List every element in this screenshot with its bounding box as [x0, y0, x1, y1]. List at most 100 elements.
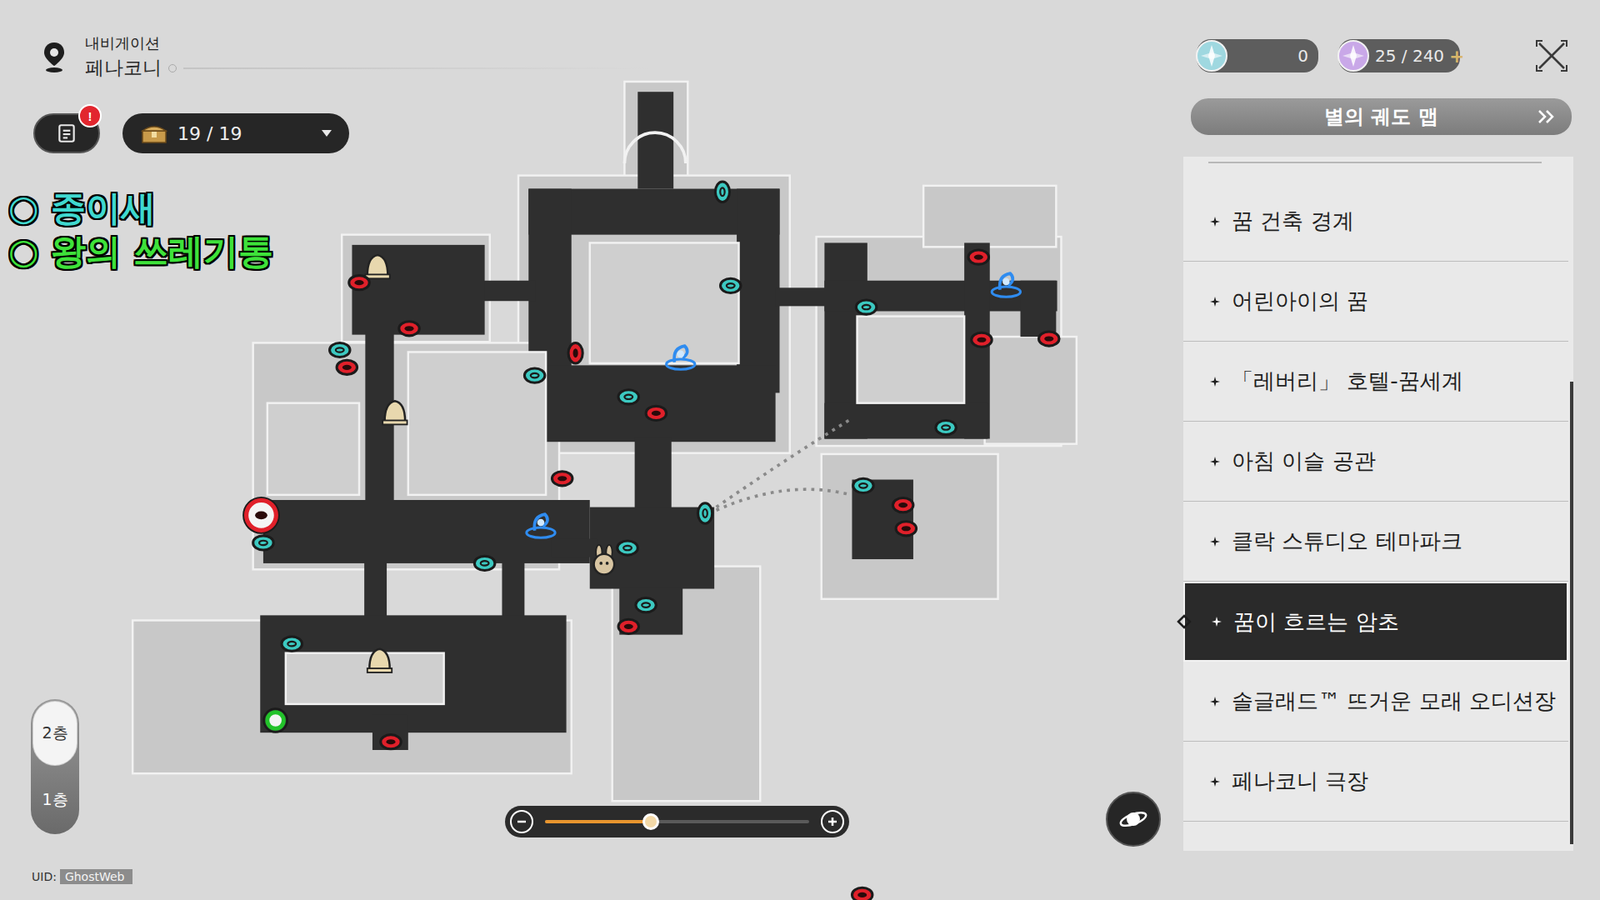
map-marker[interactable] — [568, 342, 583, 363]
document-icon — [55, 122, 78, 145]
map-marker[interactable] — [617, 540, 638, 555]
map-marker[interactable] — [264, 708, 288, 732]
map-marker[interactable] — [551, 471, 572, 486]
map-marker[interactable] — [968, 250, 989, 265]
walkway — [635, 436, 672, 514]
map-marker[interactable] — [720, 278, 740, 293]
walkway — [372, 714, 409, 750]
map-marker[interactable] — [253, 535, 274, 550]
map-marker[interactable] — [971, 332, 992, 347]
map-marker[interactable] — [618, 619, 639, 634]
currency-value: 25 / 240 — [1375, 45, 1445, 66]
map-marker[interactable] — [336, 360, 357, 375]
dome-arc — [624, 132, 685, 164]
map-button-label: 별의 궤도 맵 — [1324, 103, 1439, 130]
area-item[interactable]: 꿈 건축 경계 — [1183, 181, 1569, 262]
zoom-track[interactable] — [545, 820, 810, 824]
area-panel: 별의 궤도 맵꿈 건축 경계어린아이의 꿈 「레버리」 호텔-꿈세계아침 이슬 공… — [1183, 96, 1574, 851]
legend-item: ○ 종이새 — [8, 188, 274, 229]
area-label: 「레버리」 호텔-꿈세계 — [1231, 366, 1464, 396]
area-item[interactable]: 페나코니 극장 — [1183, 741, 1569, 822]
map-marker[interactable] — [524, 368, 545, 383]
map-marker[interactable] — [715, 181, 730, 202]
area-list: 꿈 건축 경계어린아이의 꿈 「레버리」 호텔-꿈세계아침 이슬 공관클락 스튜디… — [1183, 156, 1574, 851]
orbit-button[interactable] — [1105, 791, 1161, 847]
area-item[interactable]: 솔글래드™ 뜨거운 모래 오디션장 — [1183, 661, 1569, 742]
inner-court — [267, 403, 360, 495]
area-label: 클락 스튜디오 테마파크 — [1231, 526, 1463, 556]
location-pin-icon — [41, 40, 67, 75]
map-marker[interactable] — [281, 636, 302, 651]
map-marker[interactable] — [635, 598, 656, 613]
map-marker[interactable] — [895, 521, 916, 536]
map-marker[interactable] — [851, 887, 872, 900]
area-item[interactable]: 어린아이의 꿈 — [1183, 261, 1569, 342]
map-marker[interactable] — [399, 321, 420, 336]
walkway — [619, 587, 683, 635]
bullet-star-icon — [1210, 696, 1220, 707]
map-marker[interactable] — [698, 503, 713, 524]
tool-row: ! 19 / 19 — [33, 113, 350, 154]
bell-icon[interactable] — [367, 649, 392, 673]
map-marker[interactable] — [330, 342, 350, 357]
walkway — [637, 91, 674, 189]
map-marker[interactable] — [474, 555, 495, 570]
zoom-knob[interactable] — [642, 813, 660, 830]
zoom-out-button[interactable] — [510, 810, 534, 834]
map-screen: 내비게이션페나코니! 19 / 19 ○ 종이새○ 왕의 쓰레기통 0 25 / 240… — [0, 0, 1600, 900]
map-marker[interactable] — [892, 498, 913, 513]
mission-button[interactable]: ! — [33, 113, 100, 154]
map-marker[interactable] — [645, 405, 666, 420]
bell-icon[interactable] — [382, 400, 407, 425]
header-text: 내비게이션페나코니 — [85, 33, 650, 81]
map-marker[interactable] — [243, 497, 280, 534]
walkway — [501, 560, 525, 620]
close-icon[interactable] — [1534, 38, 1570, 74]
bullet-star-icon — [1211, 616, 1222, 627]
area-item[interactable]: 꿈이 흐르는 암초 — [1183, 581, 1569, 662]
dropdown-arrow-icon — [320, 129, 333, 138]
uid-value: GhostWeb — [60, 869, 134, 885]
bell-icon[interactable] — [365, 255, 390, 279]
bullet-star-icon — [1210, 456, 1220, 467]
walkway — [364, 560, 387, 620]
building-block — [821, 454, 999, 600]
map-marker[interactable] — [853, 478, 874, 493]
add-button[interactable]: + — [1449, 45, 1465, 67]
building-block — [923, 185, 1056, 247]
zoom-in-button[interactable] — [820, 810, 845, 834]
area-item[interactable]: 아침 이슬 공관 — [1183, 421, 1569, 502]
star-rail-map-button[interactable]: 별의 궤도 맵 — [1189, 96, 1574, 137]
area-item[interactable]: 클락 스튜디오 테마파크 — [1183, 501, 1569, 582]
character-icon[interactable] — [594, 545, 615, 575]
floor-button[interactable]: 2층 — [33, 701, 77, 765]
map-marker[interactable] — [618, 390, 639, 405]
map-marker[interactable] — [855, 300, 876, 315]
map-marker[interactable] — [349, 275, 370, 290]
space-anchor-icon[interactable] — [991, 273, 1020, 297]
route-line — [716, 418, 853, 508]
chest-count: 19 / 19 — [177, 123, 311, 145]
walkway — [260, 615, 566, 733]
map-marker[interactable] — [380, 735, 401, 750]
walkway — [550, 539, 597, 558]
line-dot — [168, 64, 177, 73]
currency-pill: 0 — [1196, 39, 1319, 73]
selection-pointer-icon — [1176, 613, 1194, 630]
floor-selector: 2층1층 — [30, 699, 80, 835]
chest-counter[interactable]: 19 / 19 — [122, 113, 350, 154]
map-marker[interactable] — [1039, 331, 1060, 346]
area-item[interactable]: 「레버리」 호텔-꿈세계 — [1183, 341, 1569, 422]
location-row: 페나코니 — [85, 55, 650, 81]
legend-item: ○ 왕의 쓰레기통 — [8, 231, 274, 272]
currency-icon — [1195, 39, 1229, 73]
inner-court — [857, 316, 965, 404]
currency-bar: 025 / 240+ — [1196, 39, 1460, 73]
floor-button[interactable]: 1층 — [33, 768, 77, 832]
header-line — [183, 67, 650, 70]
building-block — [612, 566, 761, 802]
space-anchor-icon[interactable] — [666, 345, 695, 370]
scrollbar[interactable] — [1570, 381, 1574, 845]
map-marker[interactable] — [935, 420, 956, 435]
space-anchor-icon[interactable] — [526, 514, 555, 538]
